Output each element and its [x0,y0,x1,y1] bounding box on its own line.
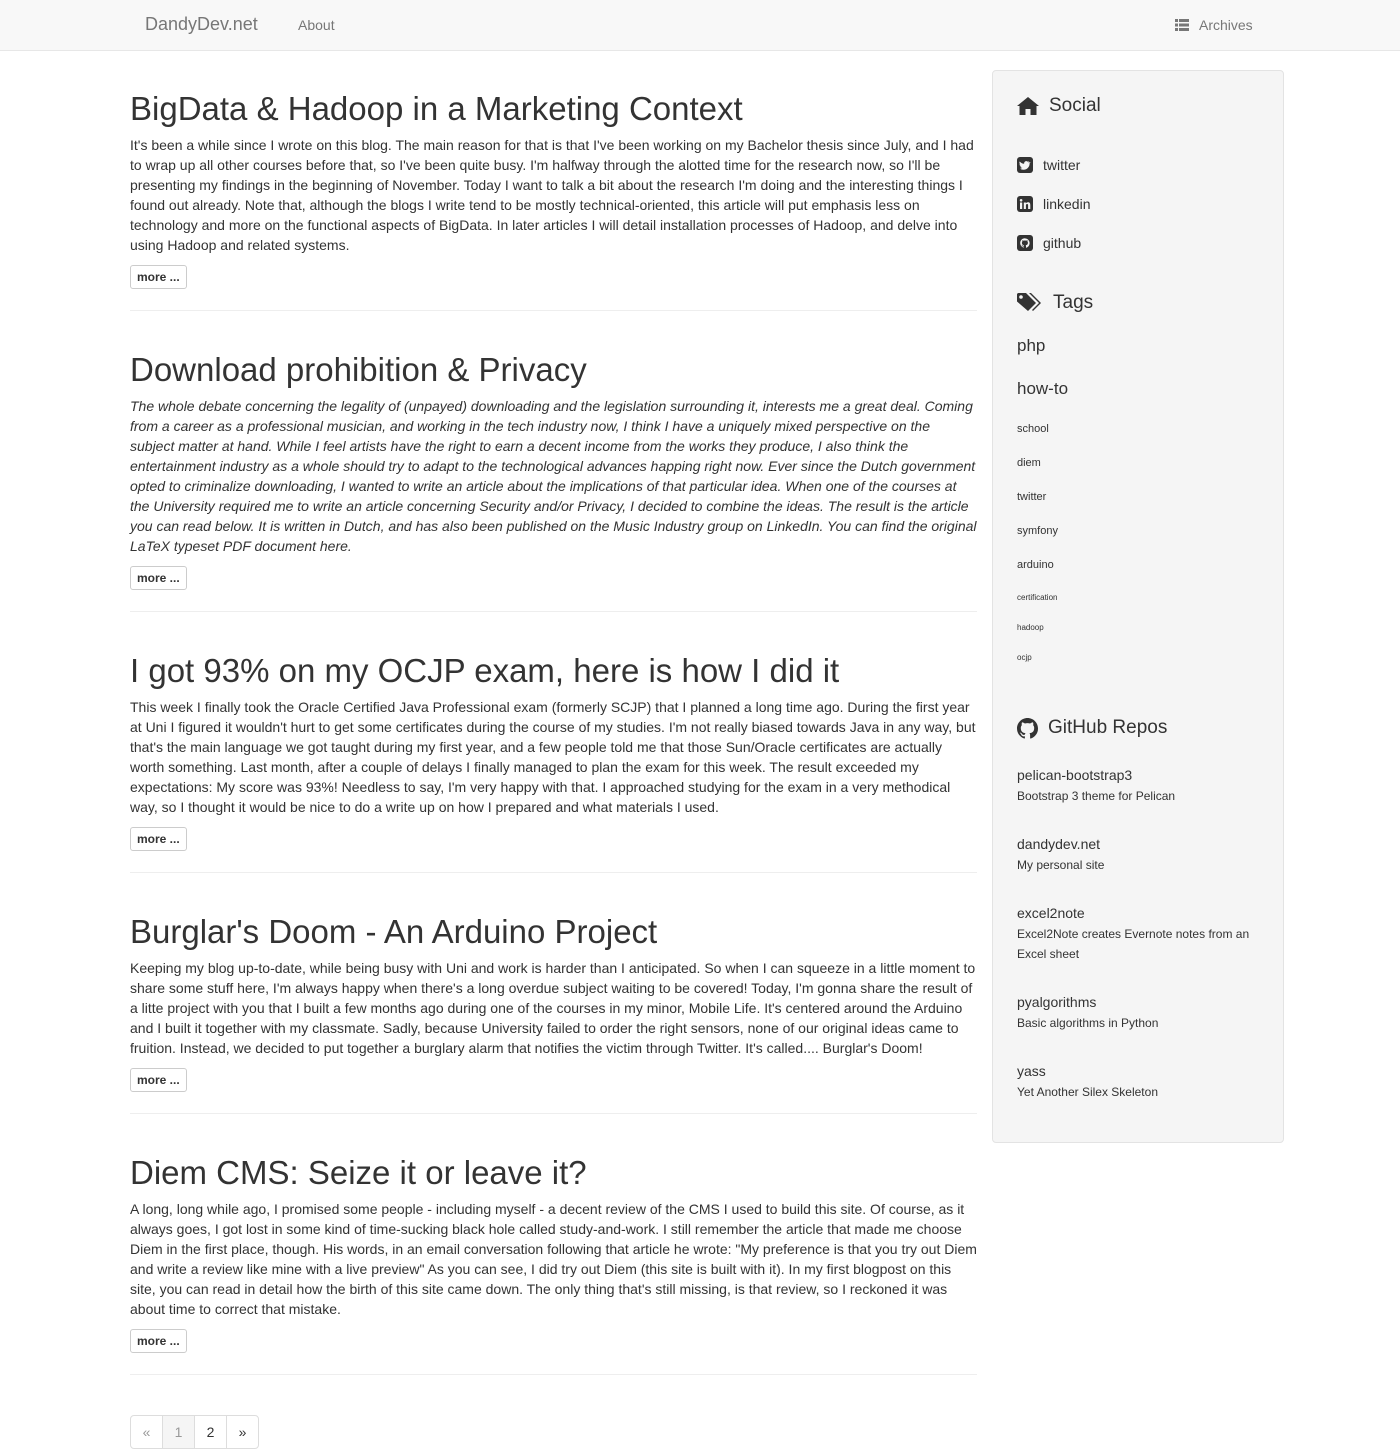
repo-item: pelican-bootstrap3 Bootstrap 3 theme for… [1017,765,1259,806]
tag-item: ocjp [1017,647,1259,677]
tag-link-hadoop[interactable]: hadoop [1017,623,1044,632]
pagination-page-1[interactable]: 1 [162,1415,195,1449]
article-summary: This week I finally took the Oracle Cert… [130,699,976,815]
more-button[interactable]: more ... [130,1329,187,1353]
social-list: twitter linkedin github [1017,145,1259,262]
twitter-icon [1017,156,1033,173]
list-icon [1175,19,1189,31]
repo-item: yass Yet Another Silex Skeleton [1017,1061,1259,1102]
tag-link-symfony[interactable]: symfony [1017,525,1058,537]
navbar: DandyDev.net About Archives [0,0,1400,51]
tag-link-php[interactable]: php [1017,336,1045,356]
tags-icon [1017,293,1041,311]
article-summary: Keeping my blog up-to-date, while being … [130,960,976,1056]
social-item-github: github [1017,223,1259,262]
pagination-next[interactable]: » [226,1415,259,1449]
pagination-prev[interactable]: « [130,1415,163,1449]
social-heading-label: Social [1049,95,1101,116]
repo-link[interactable]: pyalgorithms [1017,992,1259,1012]
article: BigData & Hadoop in a Marketing Context … [130,90,977,311]
tag-item: php [1017,336,1259,379]
repo-item: dandydev.net My personal site [1017,834,1259,875]
tags-list: php how-to school diem twitter symfony a… [1017,336,1259,677]
repo-list: pelican-bootstrap3 Bootstrap 3 theme for… [1017,765,1259,1102]
repo-item: pyalgorithms Basic algorithms in Python [1017,992,1259,1033]
article-title-link[interactable]: BigData & Hadoop in a Marketing Context [130,90,743,127]
article: I got 93% on my OCJP exam, here is how I… [130,612,977,873]
tag-item: arduino [1017,555,1259,587]
tag-item: hadoop [1017,617,1259,647]
nav-archives-label: Archives [1199,17,1253,33]
repos-heading: GitHub Repos [1017,717,1259,739]
tag-link-arduino[interactable]: arduino [1017,559,1054,571]
social-link-linkedin[interactable]: linkedin [1043,196,1090,212]
sidebar: Social twitter linkedin github Tags php … [992,70,1284,1143]
social-link-twitter[interactable]: twitter [1043,157,1080,173]
repo-description: My personal site [1017,858,1105,872]
article-title: Burglar's Doom - An Arduino Project [130,913,977,951]
article-summary: The whole debate concerning the legality… [130,398,977,554]
article: Burglar's Doom - An Arduino Project Keep… [130,873,977,1114]
tag-item: twitter [1017,487,1259,521]
repo-description: Excel2Note creates Evernote notes from a… [1017,927,1250,961]
tag-link-school[interactable]: school [1017,423,1049,435]
article-summary: A long, long while ago, I promised some … [130,1201,977,1317]
article-title: Download prohibition & Privacy [130,351,977,389]
more-button[interactable]: more ... [130,1068,187,1092]
pagination-page-2[interactable]: 2 [194,1415,227,1449]
repo-link[interactable]: yass [1017,1061,1259,1081]
brand-link[interactable]: DandyDev.net [145,14,258,35]
repo-link[interactable]: dandydev.net [1017,834,1259,854]
repo-description: Basic algorithms in Python [1017,1016,1159,1030]
tag-item: school [1017,419,1259,453]
repo-description: Yet Another Silex Skeleton [1017,1085,1158,1099]
article-title: BigData & Hadoop in a Marketing Context [130,90,977,128]
tag-item: diem [1017,453,1259,487]
article-title: I got 93% on my OCJP exam, here is how I… [130,652,977,690]
more-button[interactable]: more ... [130,827,187,851]
article-summary: It's been a while since I wrote on this … [130,137,974,253]
tag-link-certification[interactable]: certification [1017,593,1057,602]
more-button[interactable]: more ... [130,566,187,590]
nav-about-link[interactable]: About [298,17,335,33]
article: Diem CMS: Seize it or leave it? A long, … [130,1114,977,1375]
tag-item: symfony [1017,521,1259,555]
repo-description: Bootstrap 3 theme for Pelican [1017,789,1176,803]
article-title: Diem CMS: Seize it or leave it? [130,1154,977,1192]
article-title-link[interactable]: I got 93% on my OCJP exam, here is how I… [130,652,839,689]
tag-link-ocjp[interactable]: ocjp [1017,653,1032,662]
article-title-link[interactable]: Burglar's Doom - An Arduino Project [130,913,657,950]
social-link-github[interactable]: github [1043,235,1081,251]
tag-item: how-to [1017,379,1259,419]
article: Download prohibition & Privacy The whole… [130,311,977,612]
article-title-link[interactable]: Diem CMS: Seize it or leave it? [130,1154,587,1191]
article-list: BigData & Hadoop in a Marketing Context … [130,70,977,1449]
pagination: « 1 2 » [130,1415,977,1449]
tag-link-diem[interactable]: diem [1017,457,1041,469]
social-item-twitter: twitter [1017,145,1259,184]
repo-link[interactable]: pelican-bootstrap3 [1017,765,1259,785]
home-icon [1017,97,1039,115]
social-item-linkedin: linkedin [1017,184,1259,223]
github-icon [1017,234,1033,251]
nav-archives-link[interactable]: Archives [1175,17,1253,33]
article-title-link[interactable]: Download prohibition & Privacy [130,351,587,388]
tag-link-how-to[interactable]: how-to [1017,379,1068,399]
tags-heading: Tags [1017,292,1259,314]
tags-heading-label: Tags [1053,292,1094,313]
linkedin-icon [1017,195,1033,212]
social-heading: Social [1017,95,1259,117]
repo-link[interactable]: excel2note [1017,903,1259,923]
repo-item: excel2note Excel2Note creates Evernote n… [1017,903,1259,964]
tag-link-twitter[interactable]: twitter [1017,491,1046,503]
tag-item: certification [1017,587,1259,617]
github-icon [1017,717,1038,739]
more-button[interactable]: more ... [130,265,187,289]
repos-heading-label: GitHub Repos [1048,717,1168,738]
